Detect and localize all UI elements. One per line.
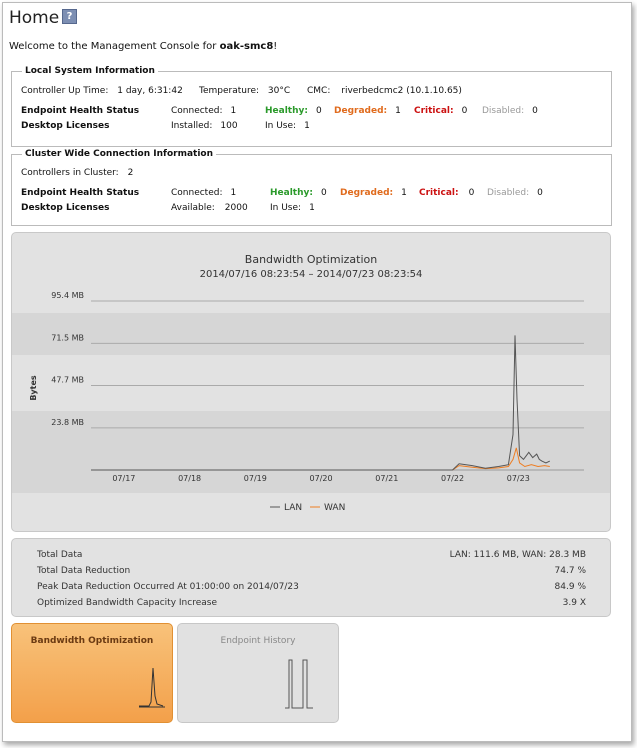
local-healthy-label: Healthy:: [265, 106, 308, 116]
local-disabled-value: 0: [532, 106, 538, 116]
tile-endpoint-label: Endpoint History: [220, 636, 296, 646]
bandwidth-chart-panel: Bandwidth Optimization 2014/07/16 08:23:…: [11, 232, 611, 532]
uptime-label: Controller Up Time:: [21, 86, 109, 96]
tile-endpoint-history[interactable]: Endpoint History: [177, 623, 339, 723]
y-axis-label: Bytes: [29, 375, 38, 401]
stat-label: Peak Data Reduction Occurred At 01:00:00…: [37, 582, 299, 592]
stat-value: 3.9 X: [562, 598, 586, 608]
host-name: oak-smc8: [219, 41, 274, 52]
available-value: 2000: [224, 203, 248, 213]
stat-label: Total Data Reduction: [37, 566, 131, 576]
welcome-suffix: !: [273, 41, 278, 52]
stat-row: Total Data LAN: 111.6 MB, WAN: 28.3 MB: [37, 550, 586, 560]
x-tick-label: 07/18: [178, 474, 201, 483]
legend-label-lan: LAN: [284, 503, 302, 513]
welcome-prefix: Welcome to the Management Console for: [9, 41, 217, 52]
stats-panel: Total Data LAN: 111.6 MB, WAN: 28.3 MB To…: [11, 538, 611, 617]
cluster-degraded-label: Degraded:: [340, 188, 394, 198]
y-tick-label: 23.8 MB: [51, 418, 84, 427]
controllers-value: 2: [127, 168, 134, 178]
x-tick-label: 07/21: [375, 474, 398, 483]
help-icon[interactable]: ?: [62, 9, 77, 24]
local-degraded-value: 1: [395, 106, 401, 116]
cluster-degraded-value: 1: [401, 188, 407, 198]
local-disabled-label: Disabled:: [482, 106, 525, 116]
cluster-licenses-label: Desktop Licenses: [21, 203, 110, 213]
local-system-legend: Local System Information: [25, 66, 155, 76]
stat-row: Optimized Bandwidth Capacity Increase 3.9…: [37, 598, 586, 608]
local-critical-value: 0: [461, 106, 468, 116]
cluster-connected-value: 1: [230, 188, 237, 198]
cluster-disabled-label: Disabled:: [487, 188, 530, 198]
x-tick-label: 07/20: [310, 474, 333, 483]
stat-value: 84.9 %: [554, 582, 586, 592]
x-tick-label: 07/23: [507, 474, 530, 483]
cluster-critical-label: Critical:: [419, 188, 459, 198]
temperature-value: 30°C: [267, 86, 291, 96]
tile-bandwidth-label: Bandwidth Optimization: [30, 636, 154, 646]
page-title: Home: [9, 8, 60, 28]
local-inuse-value: 1: [304, 121, 310, 131]
cluster-connected-label: Connected:: [171, 188, 223, 198]
cluster-critical-value: 0: [468, 188, 475, 198]
installed-label: Installed:: [171, 121, 213, 131]
stat-label: Optimized Bandwidth Capacity Increase: [37, 598, 217, 608]
cluster-disabled-value: 0: [537, 188, 543, 198]
local-critical-label: Critical:: [414, 106, 454, 116]
cluster-inuse-label: In Use:: [270, 203, 302, 213]
local-connected-label: Connected:: [171, 106, 223, 116]
tile-bandwidth-optimization[interactable]: Bandwidth Optimization: [11, 623, 173, 723]
cmc-value: riverbedcmc2 (10.1.10.65): [341, 86, 462, 96]
y-tick-label: 95.4 MB: [51, 291, 84, 300]
x-tick-label: 07/22: [441, 474, 464, 483]
local-inuse-label: In Use:: [265, 121, 297, 131]
tile-endpoint-sparkline-icon: [285, 659, 313, 709]
x-tick-label: 07/17: [112, 474, 135, 483]
cluster-healthy-label: Healthy:: [270, 188, 313, 198]
local-degraded-label: Degraded:: [334, 106, 388, 116]
stat-label: Total Data: [37, 550, 83, 560]
x-tick-label: 07/19: [244, 474, 267, 483]
y-tick-label: 47.7 MB: [51, 376, 84, 385]
cluster-healthy-value: 0: [320, 188, 327, 198]
local-healthy-value: 0: [315, 106, 322, 116]
y-tick-label: 71.5 MB: [51, 333, 84, 342]
chart-band-1: [12, 313, 610, 355]
cmc-label: CMC:: [307, 86, 331, 96]
local-licenses-label: Desktop Licenses: [21, 121, 110, 131]
installed-value: 100: [220, 121, 238, 131]
cluster-inuse-value: 1: [309, 203, 315, 213]
local-connected-value: 1: [230, 106, 237, 116]
uptime-value: 1 day, 6:31:42: [117, 86, 183, 96]
legend-label-wan: WAN: [324, 503, 345, 513]
cluster-legend: Cluster Wide Connection Information: [25, 149, 213, 159]
stat-value: LAN: 111.6 MB, WAN: 28.3 MB: [449, 550, 586, 560]
temperature-label: Temperature:: [199, 86, 260, 96]
cluster-endpoint-label: Endpoint Health Status: [21, 188, 140, 198]
stat-value: 74.7 %: [554, 566, 586, 576]
controllers-label: Controllers in Cluster:: [21, 168, 119, 178]
tile-bandwidth-sparkline-icon: [139, 667, 165, 708]
local-endpoint-label: Endpoint Health Status: [21, 106, 140, 116]
welcome-text: Welcome to the Management Console for oa…: [9, 41, 277, 52]
stat-row: Total Data Reduction 74.7 %: [37, 566, 586, 576]
stat-row: Peak Data Reduction Occurred At 01:00:00…: [37, 582, 586, 592]
available-label: Available:: [171, 203, 215, 213]
bandwidth-chart: 23.8 MB 47.7 MB 71.5 MB 95.4 MB 07/17 07/18 0…: [12, 291, 610, 513]
